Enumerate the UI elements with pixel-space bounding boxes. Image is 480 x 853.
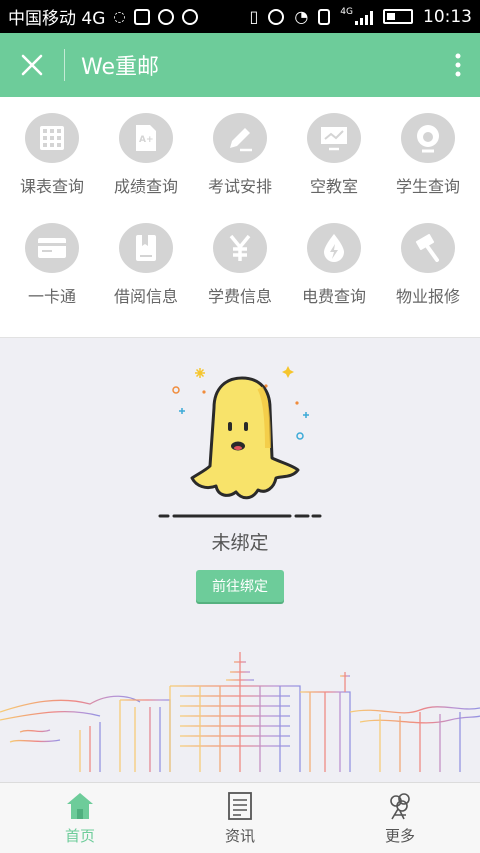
carrier-text: 中国移动 4G — [8, 9, 106, 29]
loading-icon — [181, 8, 198, 25]
grid-item-classroom[interactable]: 空教室 — [286, 97, 382, 197]
app-bar: We重邮 — [0, 33, 480, 97]
grid-label: 物业报修 — [395, 287, 460, 306]
alarm-icon — [268, 8, 285, 25]
grid-item-timetable[interactable]: 课表查询 — [4, 97, 100, 197]
network-badge: 4G — [340, 6, 353, 17]
svg-text:A+: A+ — [139, 135, 154, 145]
yuan-icon — [213, 223, 267, 273]
close-icon — [21, 54, 43, 76]
nav-label: 首页 — [64, 827, 95, 845]
nav-label: 更多 — [384, 827, 415, 845]
grid-label: 空教室 — [309, 177, 358, 196]
unbound-status-text: 未绑定 — [211, 532, 269, 554]
vibrate-icon: ▯ — [249, 7, 259, 26]
signal-icon — [355, 9, 373, 25]
grid-item-repair[interactable]: 物业报修 — [380, 207, 476, 307]
bind-button[interactable]: 前往绑定 — [196, 570, 284, 602]
sync-icon — [157, 8, 174, 25]
more-menu-button[interactable] — [436, 33, 480, 97]
more-vertical-icon — [455, 53, 461, 77]
news-icon — [228, 792, 252, 820]
home-icon — [67, 793, 93, 819]
close-button[interactable] — [0, 33, 64, 97]
grade-icon: A+ — [119, 113, 173, 163]
wifi-icon: ◔ — [294, 7, 309, 26]
student-icon — [401, 113, 455, 163]
battery-icon — [383, 9, 413, 24]
grid-label: 考试安排 — [207, 177, 272, 196]
grid-item-student[interactable]: 学生查询 — [380, 97, 476, 197]
grid-label: 课表查询 — [19, 177, 84, 196]
exam-icon — [213, 113, 267, 163]
ghost-illustration — [158, 366, 322, 518]
appbar-divider — [64, 49, 65, 81]
sim-icon — [318, 8, 331, 25]
nav-item-more[interactable]: 更多 — [320, 783, 480, 853]
main-content: 未绑定 前往绑定 — [0, 338, 480, 782]
image-icon — [133, 8, 150, 25]
grid-label: 成绩查询 — [113, 177, 178, 196]
grid-item-grades[interactable]: A+ 成绩查询 — [98, 97, 194, 197]
grid-item-library[interactable]: 借阅信息 — [98, 207, 194, 307]
chat-icon: ◌ — [113, 8, 126, 25]
status-bar: 中国移动 4G ◌ ▯ ◔ 4G 10:13 — [0, 0, 480, 33]
page-title: We重邮 — [81, 55, 159, 80]
grid-item-card[interactable]: 一卡通 — [4, 207, 100, 307]
book-icon — [119, 223, 173, 273]
grid-label: 学生查询 — [395, 177, 460, 196]
hammer-icon — [401, 223, 455, 273]
nav-label: 资讯 — [224, 827, 255, 845]
grid-label: 借阅信息 — [113, 287, 178, 306]
grid-label: 学费信息 — [207, 287, 272, 306]
clock-text: 10:13 — [423, 6, 472, 27]
bottom-nav: 首页 资讯 更多 — [0, 782, 480, 853]
timetable-icon — [25, 113, 79, 163]
electricity-icon — [307, 223, 361, 273]
nav-item-news[interactable]: 资讯 — [160, 783, 320, 853]
card-icon — [25, 223, 79, 273]
grid-item-tuition[interactable]: 学费信息 — [192, 207, 288, 307]
more-flower-icon — [390, 793, 410, 820]
grid-label: 电费查询 — [301, 287, 366, 306]
classroom-icon — [307, 113, 361, 163]
grid-item-exam[interactable]: 考试安排 — [192, 97, 288, 197]
campus-skyline-illustration — [0, 652, 480, 773]
nav-item-home[interactable]: 首页 — [0, 783, 160, 853]
grid-item-electricity[interactable]: 电费查询 — [286, 207, 382, 307]
app-screen: 中国移动 4G ◌ ▯ ◔ 4G 10:13 We重邮 课表查询 A+ 成绩查询… — [0, 0, 480, 853]
function-grid: 课表查询 A+ 成绩查询 考试安排 空教室 学生查询 一卡通 借阅信息 学费信息… — [0, 97, 480, 338]
grid-label: 一卡通 — [27, 287, 76, 306]
